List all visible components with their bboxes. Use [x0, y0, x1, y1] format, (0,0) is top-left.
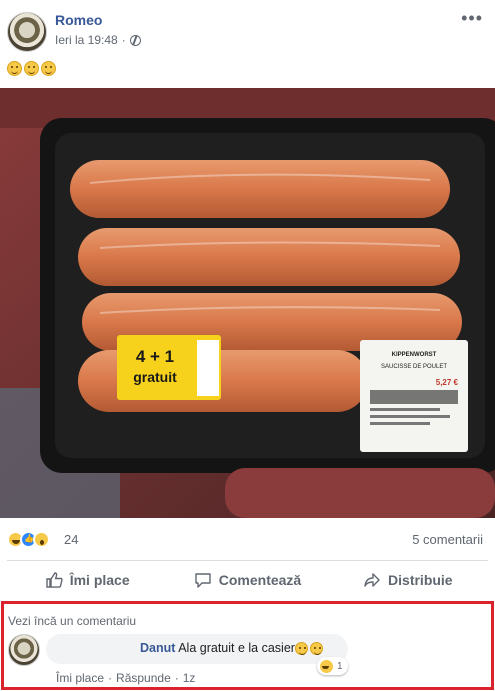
commenter-avatar[interactable] [8, 634, 40, 666]
haha-icon [320, 660, 333, 673]
comment-reply-link[interactable]: Răspunde [116, 671, 171, 685]
share-icon [364, 572, 380, 587]
author-name[interactable]: Romeo [55, 12, 102, 28]
comment-author[interactable]: Danut [140, 641, 175, 655]
globe-icon [129, 34, 141, 46]
like-button[interactable]: Îmi place [7, 561, 167, 598]
comment-reactions[interactable]: 1 [317, 657, 348, 675]
comment-button[interactable]: Comentează [167, 561, 327, 598]
sausage-package-image: 4 + 1 gratuit KIPPENWORST SAUCISSE DE PO… [0, 88, 495, 518]
share-label: Distribuie [388, 571, 453, 588]
reaction-icons [7, 531, 50, 548]
comment-text: Ala gratuit e la casier [178, 641, 295, 655]
comment-actions: Îmi place · Răspunde · 1z [56, 671, 196, 685]
post-body [7, 60, 58, 78]
comments-section: Vezi încă un comentariu Danut Ala gratui… [1, 601, 494, 690]
grinning-face-emoji [294, 642, 308, 656]
author-avatar[interactable] [7, 12, 47, 52]
comment-age[interactable]: 1z [183, 671, 196, 685]
grinning-face-emoji [7, 61, 22, 77]
comment-reaction-count: 1 [337, 661, 343, 672]
share-button[interactable]: Distribuie [328, 561, 488, 598]
thumbs-up-icon [46, 571, 63, 588]
comment-icon [195, 572, 211, 588]
like-label: Îmi place [69, 571, 130, 588]
post-actions: Îmi place Comentează Distribuie [7, 560, 488, 598]
deal-text-bottom: gratuit [133, 369, 177, 385]
deal-text-top: 4 + 1 [136, 347, 174, 366]
label-price: 5,27 € [436, 378, 459, 387]
reactions-summary[interactable]: 24 5 comentarii [0, 526, 495, 552]
post-photo[interactable]: 4 + 1 gratuit KIPPENWORST SAUCISSE DE PO… [0, 88, 495, 518]
comment-like-link[interactable]: Îmi place [56, 671, 104, 685]
comment-bubble: Danut Ala gratuit e la casier [46, 634, 348, 664]
label-title: KIPPENWORST [392, 352, 437, 358]
grinning-face-emoji [24, 61, 39, 77]
reaction-count[interactable]: 24 [64, 532, 78, 547]
more-options-icon[interactable]: ••• [461, 8, 483, 29]
comment-label: Comentează [218, 571, 302, 588]
view-more-comments-link[interactable]: Vezi încă un comentariu [8, 614, 136, 628]
comment-count[interactable]: 5 comentarii [412, 532, 483, 547]
grinning-face-emoji [309, 642, 323, 656]
post-timestamp[interactable]: Ieri la 19:48 [55, 33, 118, 47]
post-meta: Ieri la 19:48 · [55, 33, 141, 47]
grinning-face-emoji [41, 61, 56, 77]
wow-icon [33, 531, 50, 548]
post-header: Romeo Ieri la 19:48 · ••• [0, 0, 495, 58]
label-subtitle: SAUCISSE DE POULET [381, 364, 447, 370]
